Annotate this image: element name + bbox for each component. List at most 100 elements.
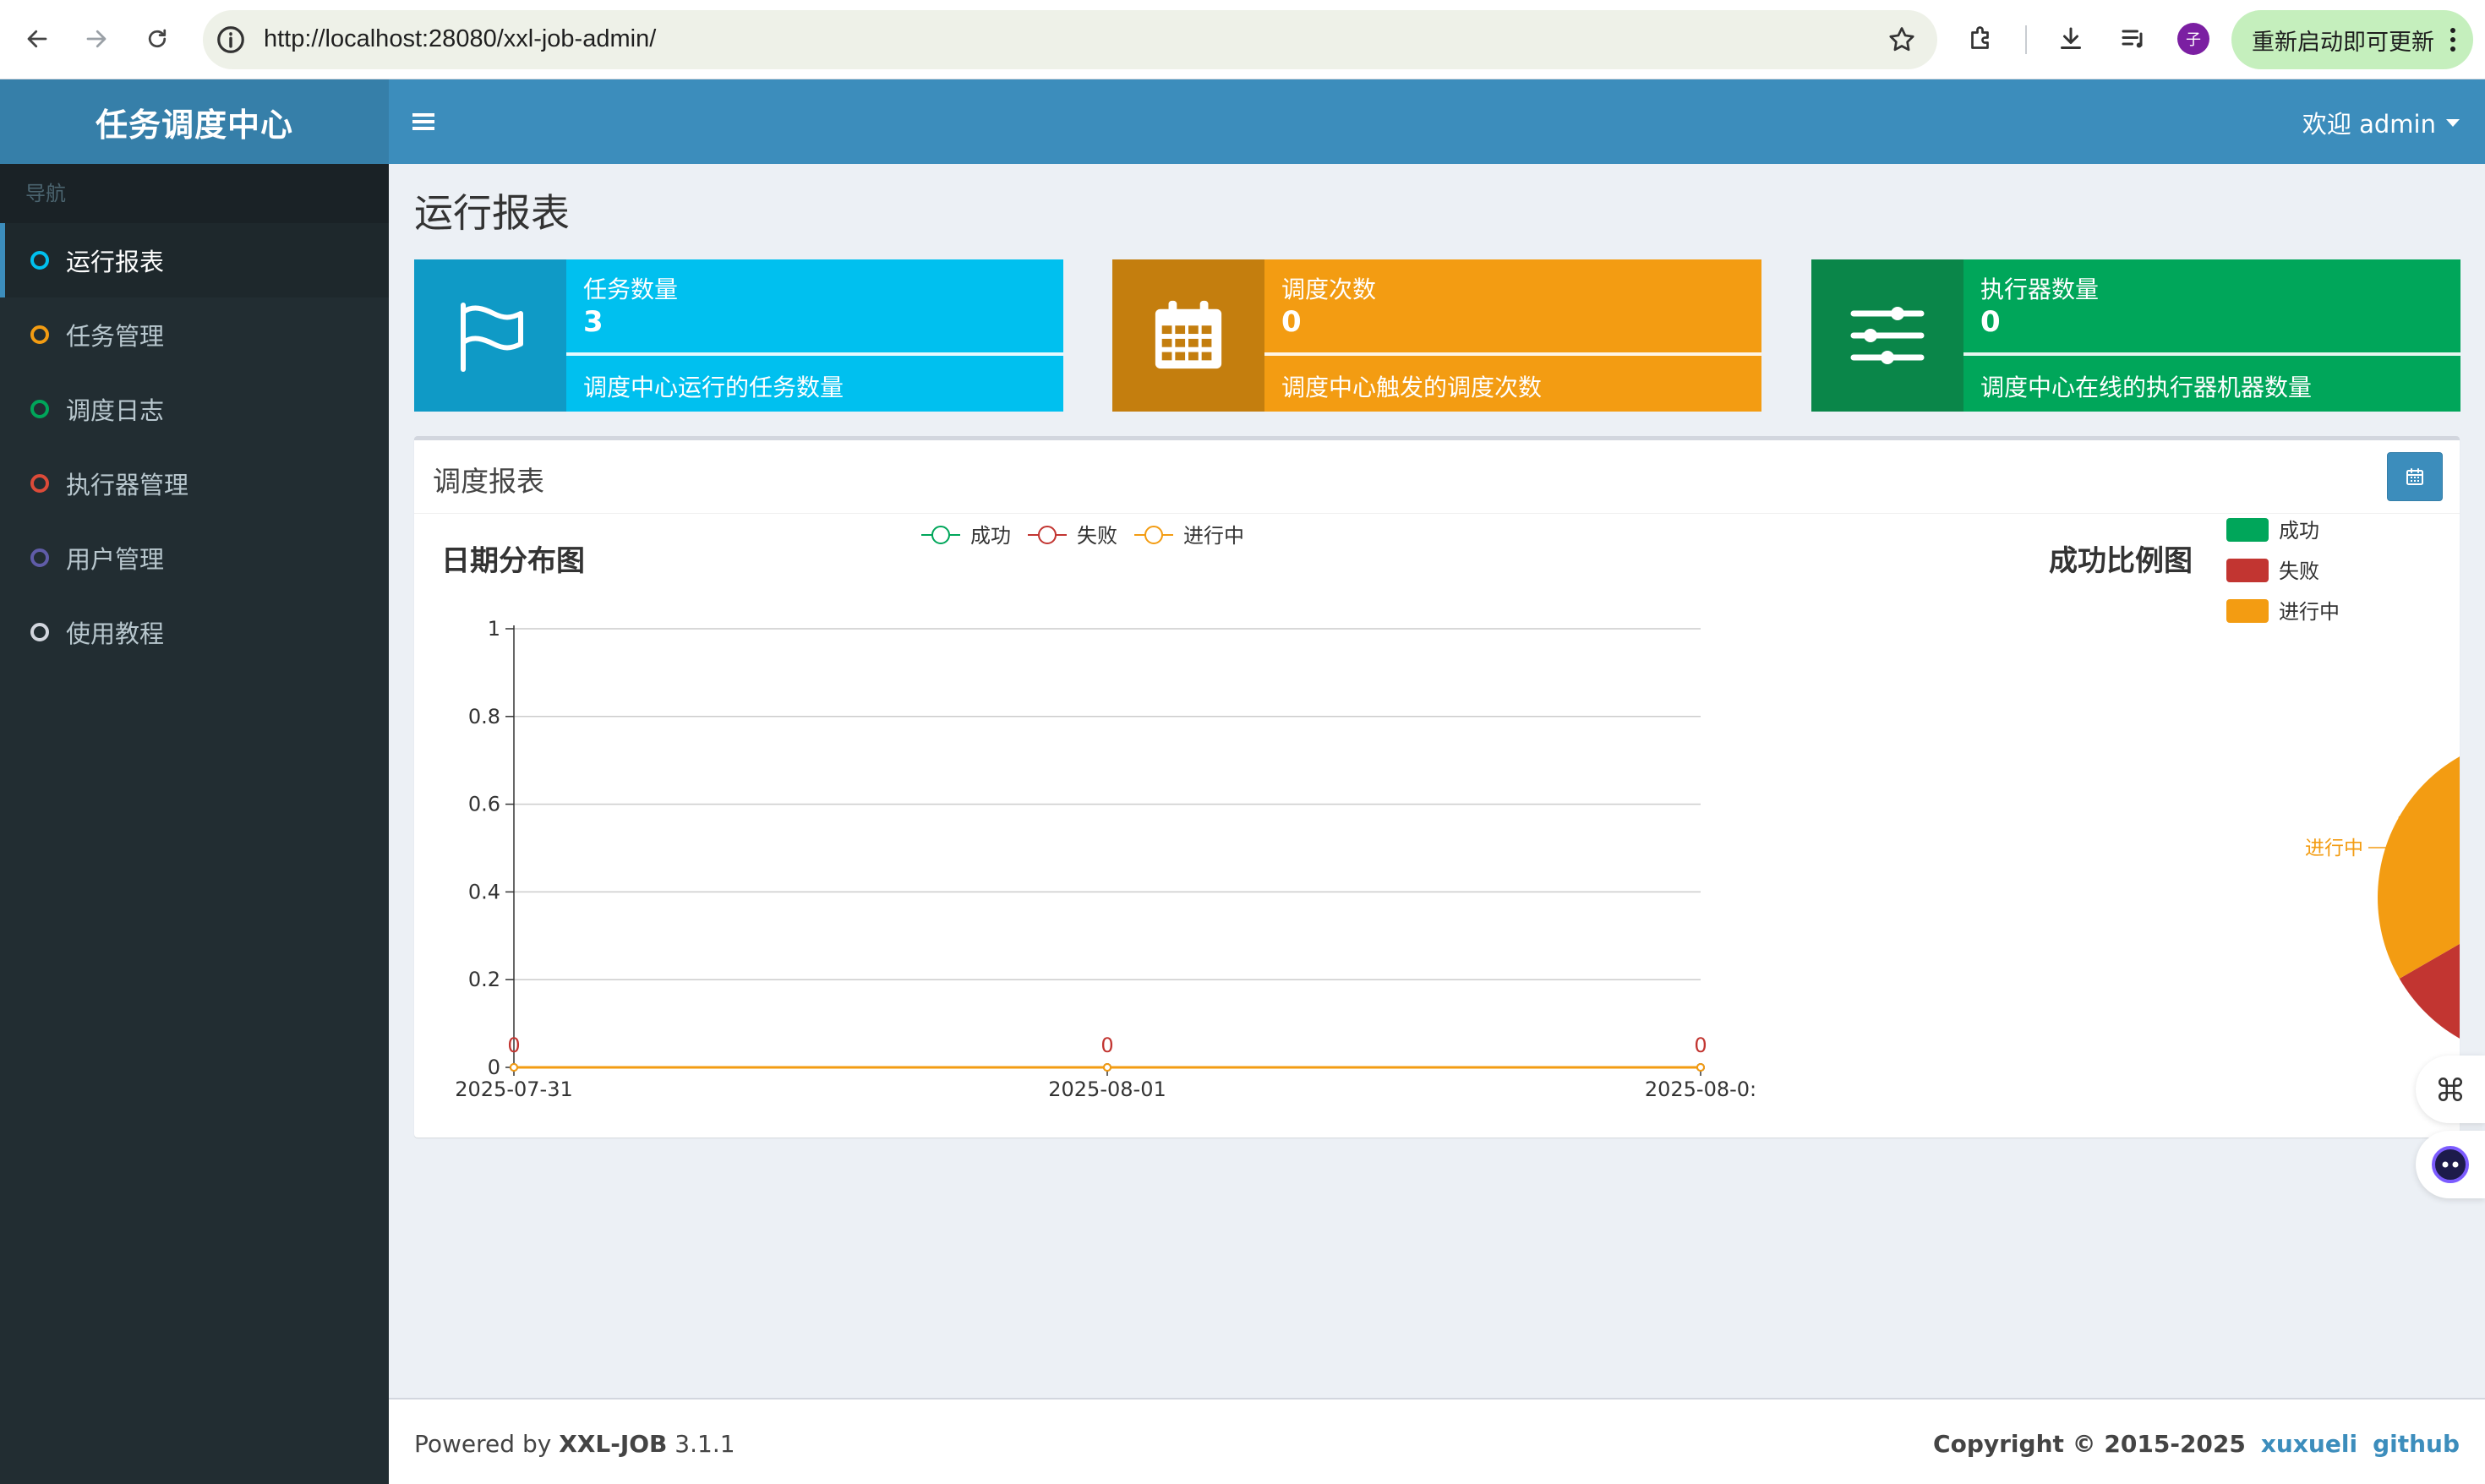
url-text[interactable]: http://localhost:28080/xxl-job-admin/: [264, 25, 656, 53]
update-label: 重新启动即可更新: [2252, 29, 2434, 56]
nav-header: 导航: [0, 164, 389, 223]
info-box-icon: [1811, 259, 1963, 412]
extensions-button[interactable]: [1963, 20, 2000, 57]
data-point[interactable]: [510, 1063, 518, 1072]
sidebar-item-2[interactable]: 任务管理: [0, 297, 389, 372]
pie-slice-label: 进行中: [2305, 837, 2363, 859]
sidebar-item-label: 使用教程: [66, 619, 165, 648]
data-point[interactable]: [1696, 1063, 1705, 1072]
sidebar-item-3[interactable]: 调度日志: [0, 372, 389, 446]
sidebar-item-label: 任务管理: [66, 322, 165, 351]
browser-toolbar: http://localhost:28080/xxl-job-admin/ 子 …: [0, 0, 2485, 79]
legend-item-1[interactable]: 成功: [921, 524, 1011, 548]
legend-label: 失败: [1077, 524, 1117, 548]
floating-shortcut-widget[interactable]: [2416, 1056, 2485, 1123]
download-icon: [2061, 27, 2081, 49]
info-box-3: 执行器数量 0 调度中心在线的执行器机器数量: [1811, 259, 2460, 412]
y-tick-label: 1: [488, 617, 500, 641]
info-box-desc: 调度中心在线的执行器机器数量: [1980, 374, 2313, 401]
info-box-progress: [566, 352, 1063, 356]
circle-icon: [30, 623, 49, 641]
caret-down-icon: [2446, 118, 2460, 127]
footer-copyright: Copyright © 2015-2025 xuxueli github: [1933, 1430, 2460, 1458]
pie-legend-item-1[interactable]: 成功: [2226, 518, 2319, 543]
info-box-content: 调度次数 0 调度中心触发的调度次数: [1264, 259, 1761, 412]
info-box-content: 执行器数量 0 调度中心在线的执行器机器数量: [1963, 259, 2460, 412]
info-box-number: 3: [583, 305, 604, 339]
legend-item-3[interactable]: 进行中: [1134, 524, 1244, 548]
sidebar-item-label: 执行器管理: [66, 471, 189, 499]
info-box-label: 执行器数量: [1980, 276, 2100, 303]
circle-icon: [30, 251, 49, 270]
y-tick-label: 0.6: [468, 793, 500, 816]
sidebar-item-label: 用户管理: [66, 545, 165, 574]
sidebar-item-6[interactable]: 使用教程: [0, 595, 389, 669]
menu-toggle-icon[interactable]: [412, 110, 434, 134]
pie-legend-item-3[interactable]: 进行中: [2226, 599, 2340, 624]
data-label: 0: [507, 1034, 520, 1057]
media-button[interactable]: [2115, 20, 2152, 57]
circle-icon: [30, 400, 49, 418]
pie-chart: 成功失败进行中成功失败进行中: [2226, 518, 2460, 1039]
panel-title: 调度报表: [433, 465, 544, 498]
powered-prefix: Powered by: [414, 1430, 560, 1458]
info-box-label: 任务数量: [583, 276, 679, 303]
y-tick-label: 0.8: [468, 705, 500, 728]
downloads-button[interactable]: [2052, 20, 2089, 57]
puzzle-icon: [1971, 26, 1989, 49]
pie-slice-3[interactable]: [2378, 735, 2460, 979]
back-button[interactable]: [15, 17, 59, 61]
info-box-label: 调度次数: [1281, 276, 1377, 303]
data-point[interactable]: [1103, 1063, 1111, 1072]
powered-version: 3.1.1: [667, 1430, 735, 1458]
calendar-icon: [1155, 300, 1222, 369]
profile-avatar[interactable]: 子: [2177, 23, 2209, 55]
date-range-button[interactable]: [2387, 452, 2443, 501]
app-logo[interactable]: 任务调度中心: [0, 79, 389, 164]
circle-icon: [30, 325, 49, 344]
flag-icon: [461, 303, 523, 372]
y-tick-label: 0: [488, 1056, 500, 1079]
pie-legend-item-2[interactable]: 失败: [2226, 559, 2319, 583]
info-box-2: 调度次数 0 调度中心触发的调度次数: [1112, 259, 1761, 412]
data-label: 0: [1694, 1034, 1707, 1057]
legend-swatch: [2226, 559, 2269, 582]
address-bar[interactable]: http://localhost:28080/xxl-job-admin/: [203, 10, 1937, 69]
info-box-number: 0: [1281, 305, 1302, 339]
arrow-right-icon: [86, 30, 106, 48]
info-box-desc: 调度中心触发的调度次数: [1281, 374, 1543, 401]
github-link[interactable]: github: [2373, 1430, 2460, 1458]
update-button[interactable]: 重新启动即可更新: [2231, 10, 2473, 69]
report-panel: 调度报表 日期分布图 成功比例图 成功 失败 进行中 0 0.2 0.4 0.6 0.8 1 20…: [414, 436, 2460, 1138]
legend-label: 成功: [2279, 519, 2319, 543]
footer-powered: Powered by XXL-JOB 3.1.1: [414, 1430, 735, 1458]
sidebar-item-5[interactable]: 用户管理: [0, 521, 389, 595]
sidebar-item-4[interactable]: 执行器管理: [0, 446, 389, 521]
forward-button[interactable]: [74, 17, 118, 61]
floating-assistant-widget[interactable]: [2416, 1131, 2485, 1198]
legend-swatch: [2226, 518, 2269, 542]
legend-swatch: [2226, 599, 2269, 623]
sidebar: 任务调度中心 导航 运行报表任务管理调度日志执行器管理用户管理使用教程: [0, 79, 389, 1484]
y-tick-label: 0.4: [468, 880, 500, 903]
legend-marker: [1038, 526, 1057, 544]
reload-button[interactable]: [135, 17, 179, 61]
top-navbar: 欢迎 admin: [389, 79, 2485, 164]
info-box-content: 任务数量 3 调度中心运行的任务数量: [566, 259, 1063, 412]
author-link[interactable]: xuxueli: [2261, 1430, 2357, 1458]
sidebar-item-1[interactable]: 运行报表: [0, 223, 389, 297]
sidebar-item-label: 运行报表: [66, 248, 165, 276]
user-menu[interactable]: 欢迎 admin: [2302, 105, 2460, 140]
legend-item-2[interactable]: 失败: [1028, 524, 1117, 548]
legend-label: 进行中: [1183, 524, 1244, 548]
reload-icon: [148, 29, 167, 48]
x-tick-label: 2025-07-31: [455, 1078, 572, 1101]
legend-label: 进行中: [2279, 600, 2340, 624]
playlist-icon: [2122, 30, 2143, 48]
info-icon[interactable]: [215, 24, 247, 56]
more-vert-icon: [2450, 28, 2455, 52]
assistant-icon: [2432, 1146, 2469, 1183]
footer: Powered by XXL-JOB 3.1.1 Copyright © 201…: [389, 1398, 2485, 1484]
y-tick-label: 0.2: [468, 968, 500, 991]
star-icon[interactable]: [1887, 25, 1917, 55]
